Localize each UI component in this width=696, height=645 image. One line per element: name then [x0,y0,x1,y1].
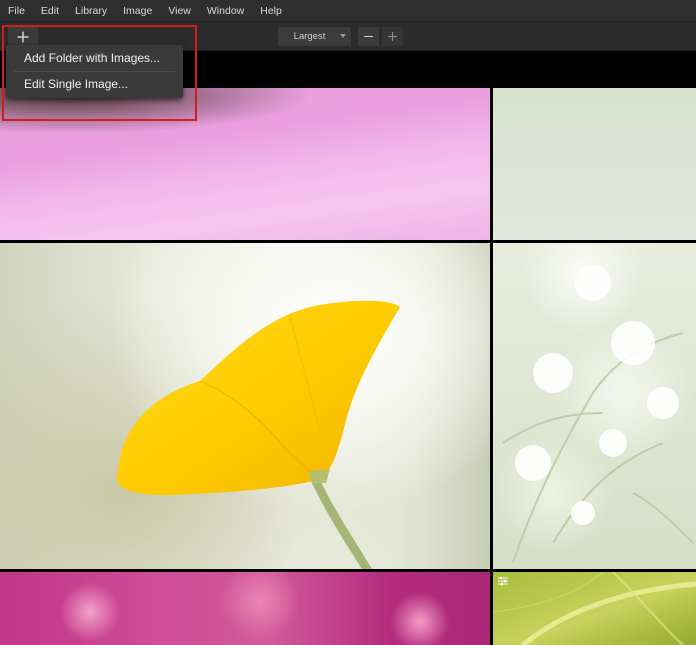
plus-icon [388,32,397,41]
thumbnail-yellow-poppy[interactable] [0,243,490,569]
library-grid [0,51,696,645]
menu-edit[interactable]: Edit [41,0,59,22]
thumbnail-magenta-flowers[interactable] [0,572,490,645]
leaf-illustration [493,572,696,645]
menu-library[interactable]: Library [75,0,107,22]
thumbnail-pale-green[interactable] [493,88,696,240]
zoom-in-button[interactable] [382,27,403,46]
white-flowers-illustration [502,265,694,564]
thumbnail-size-select[interactable]: Largest [278,27,351,46]
menu-bar: File Edit Library Image View Window Help [0,0,696,22]
menu-window[interactable]: Window [207,0,244,22]
menu-view[interactable]: View [168,0,191,22]
zoom-out-button[interactable] [358,27,379,46]
menu-help[interactable]: Help [260,0,282,22]
thumbnail-green-leaf[interactable] [493,572,696,645]
menu-image[interactable]: Image [123,0,152,22]
menu-file[interactable]: File [8,0,25,22]
thumbnail-white-flowers[interactable] [493,243,696,569]
thumbnail-size-value: Largest [293,31,326,42]
minus-icon [364,35,373,38]
highlight-box [2,25,197,121]
poppy-illustration [117,300,401,569]
chevron-down-icon [340,34,346,38]
adjustments-icon [498,576,508,586]
